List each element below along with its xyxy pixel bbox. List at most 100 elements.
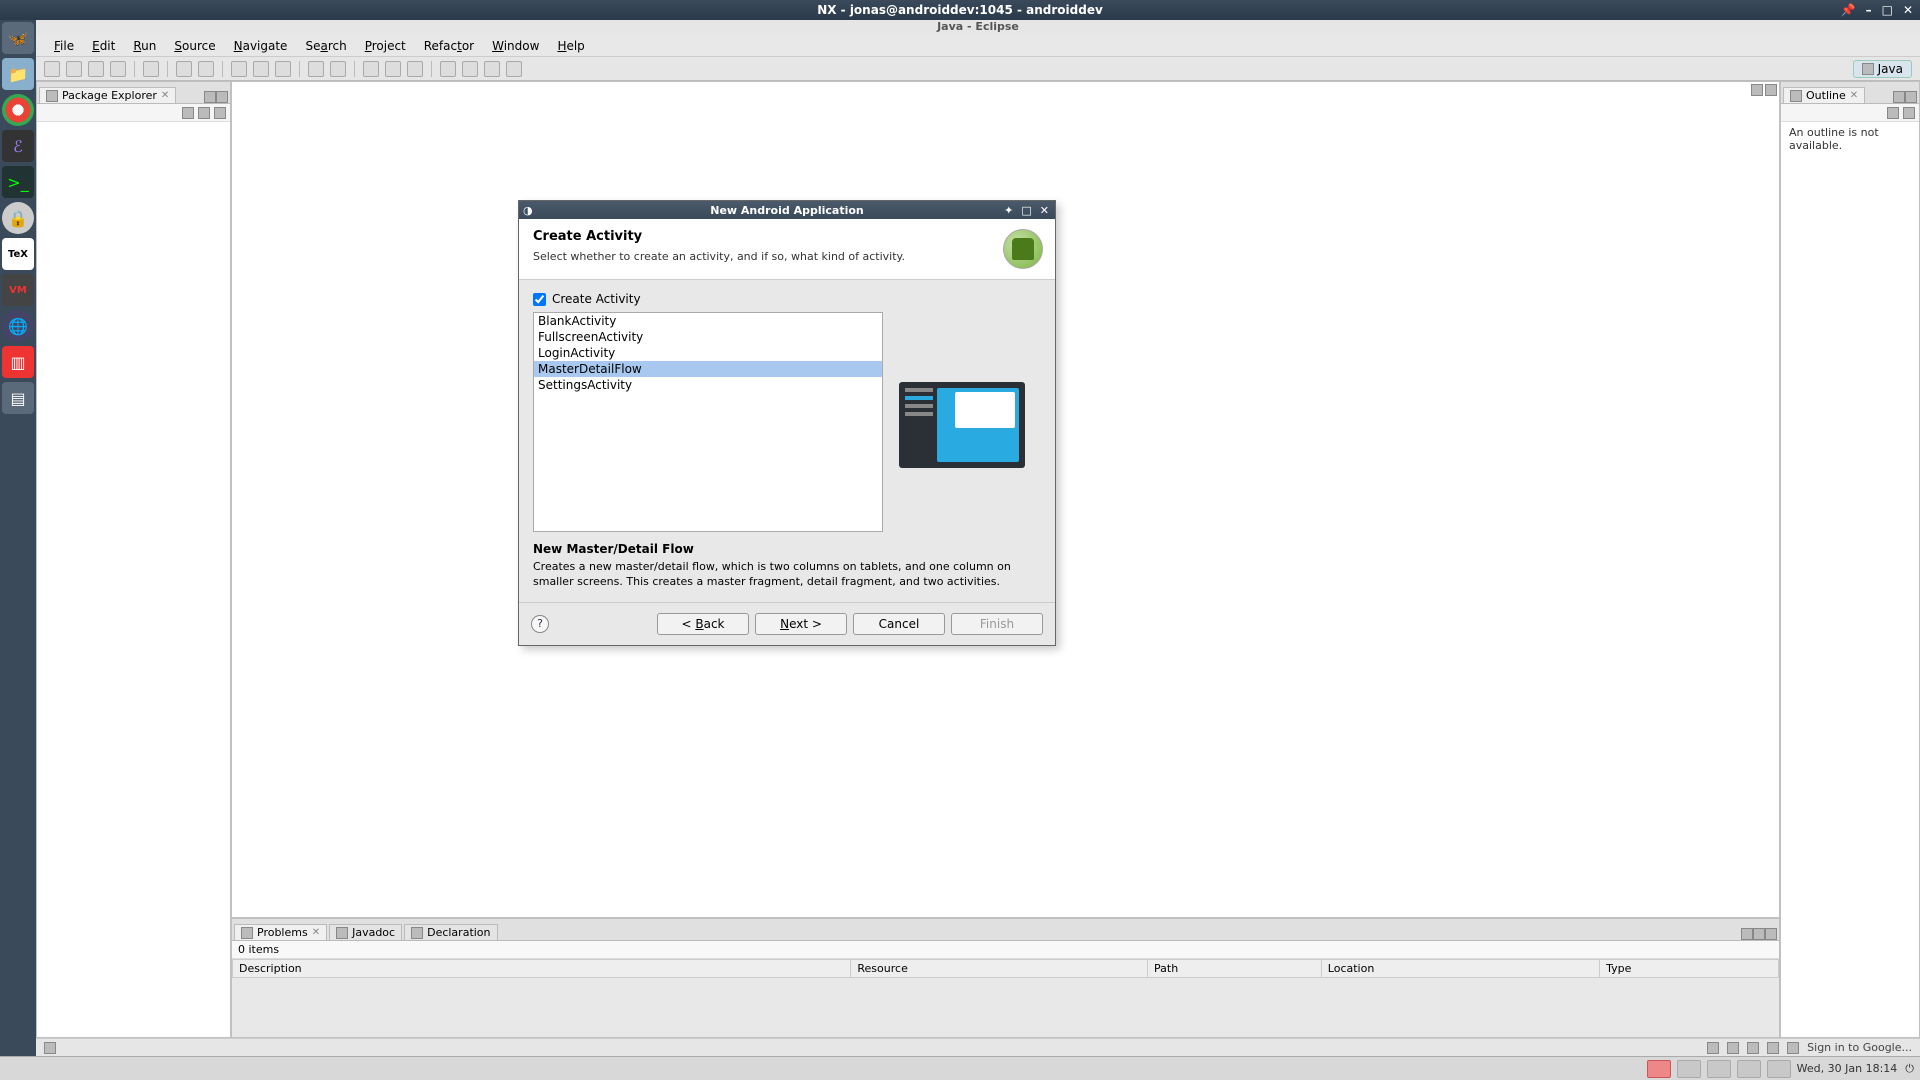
- activity-type-list[interactable]: BlankActivityFullscreenActivityLoginActi…: [533, 312, 883, 532]
- dialog-titlebar[interactable]: ◑ New Android Application ✦ □ ✕: [519, 201, 1055, 219]
- link-editor-icon[interactable]: [198, 107, 210, 119]
- tb-navback-icon[interactable]: [440, 61, 456, 77]
- view-menu-icon[interactable]: [1903, 107, 1915, 119]
- outline-filter-icon[interactable]: [1887, 107, 1899, 119]
- menu-file[interactable]: File: [46, 37, 82, 55]
- activity-option-fullscreenactivity[interactable]: FullscreenActivity: [534, 329, 882, 345]
- dialog-pin-icon[interactable]: ✦: [1002, 204, 1015, 217]
- menu-help[interactable]: Help: [549, 37, 592, 55]
- view-maximize-icon[interactable]: [216, 91, 228, 103]
- tab-package-explorer[interactable]: Package Explorer ✕: [39, 87, 176, 103]
- menu-source[interactable]: Source: [166, 37, 223, 55]
- clock[interactable]: Wed, 30 Jan 18:14: [1797, 1062, 1898, 1075]
- tab-problems[interactable]: Problems ✕: [234, 924, 327, 940]
- next-button[interactable]: Next >: [755, 613, 847, 635]
- menu-run[interactable]: Run: [125, 37, 164, 55]
- wm-pin-icon[interactable]: 📌: [1838, 3, 1859, 17]
- task-button[interactable]: [1677, 1060, 1701, 1078]
- dock-app-browser[interactable]: 🌐: [2, 310, 34, 342]
- wm-maximize-icon[interactable]: □: [1879, 3, 1896, 17]
- wm-close-icon[interactable]: ✕: [1900, 3, 1916, 17]
- tb-sdk-icon[interactable]: [198, 61, 214, 77]
- tb-search-icon[interactable]: [407, 61, 423, 77]
- tb-newclass-icon[interactable]: [330, 61, 346, 77]
- status-updates-icon[interactable]: [1727, 1042, 1739, 1054]
- tb-newpkg-icon[interactable]: [308, 61, 324, 77]
- dialog-close-icon[interactable]: ✕: [1038, 204, 1051, 217]
- back-button[interactable]: < Back: [657, 613, 749, 635]
- view-maximize-icon[interactable]: [1765, 928, 1777, 940]
- dock-app-files[interactable]: 📁: [2, 58, 34, 90]
- task-button-active[interactable]: [1647, 1060, 1671, 1078]
- dock-app-terminal[interactable]: >_: [2, 166, 34, 198]
- tb-save-icon[interactable]: [66, 61, 82, 77]
- tb-print-icon[interactable]: [110, 61, 126, 77]
- dock-app-keyring[interactable]: 🔒: [2, 202, 34, 234]
- cancel-button[interactable]: Cancel: [853, 613, 945, 635]
- tb-opentype-icon[interactable]: [385, 61, 401, 77]
- view-minimize-icon[interactable]: [1893, 91, 1905, 103]
- menu-window[interactable]: Window: [484, 37, 547, 55]
- col-location[interactable]: Location: [1321, 960, 1599, 978]
- tb-build-icon[interactable]: [143, 61, 159, 77]
- tb-goto-icon[interactable]: [506, 61, 522, 77]
- menu-edit[interactable]: Edit: [84, 37, 123, 55]
- col-type[interactable]: Type: [1600, 960, 1779, 978]
- create-activity-checkbox[interactable]: [533, 293, 546, 306]
- view-menu-icon[interactable]: [1741, 928, 1753, 940]
- tab-javadoc[interactable]: Javadoc: [329, 924, 402, 940]
- col-resource[interactable]: Resource: [851, 960, 1148, 978]
- dock-app-misc[interactable]: ▥: [2, 346, 34, 378]
- close-icon[interactable]: ✕: [1850, 90, 1858, 101]
- task-button[interactable]: [1707, 1060, 1731, 1078]
- editor-minimize-icon[interactable]: [1751, 84, 1763, 96]
- menu-search[interactable]: Search: [297, 37, 354, 55]
- col-description[interactable]: Description: [233, 960, 851, 978]
- view-maximize-icon[interactable]: [1905, 91, 1917, 103]
- activity-option-masterdetailflow[interactable]: MasterDetailFlow: [534, 361, 882, 377]
- status-tip-icon[interactable]: [1767, 1042, 1779, 1054]
- dock-app-chrome[interactable]: [2, 94, 34, 126]
- dock-app-tex[interactable]: TeX: [2, 238, 34, 270]
- menu-refactor[interactable]: Refactor: [416, 37, 482, 55]
- col-path[interactable]: Path: [1148, 960, 1322, 978]
- finish-button[interactable]: Finish: [951, 613, 1043, 635]
- create-activity-checkbox-row[interactable]: Create Activity: [533, 292, 1041, 306]
- dock-app-emacs[interactable]: ℰ: [2, 130, 34, 162]
- perspective-java[interactable]: Java: [1853, 60, 1912, 78]
- view-minimize-icon[interactable]: [1753, 928, 1765, 940]
- menu-navigate[interactable]: Navigate: [226, 37, 296, 55]
- tb-new-icon[interactable]: [44, 61, 60, 77]
- activity-option-settingsactivity[interactable]: SettingsActivity: [534, 377, 882, 393]
- status-signin[interactable]: Sign in to Google...: [1807, 1041, 1912, 1054]
- task-button[interactable]: [1767, 1060, 1791, 1078]
- logout-icon[interactable]: ⏻: [1905, 1062, 1914, 1076]
- dock-app-vm[interactable]: VM: [2, 274, 34, 306]
- activity-option-loginactivity[interactable]: LoginActivity: [534, 345, 882, 361]
- collapse-icon[interactable]: [182, 107, 194, 119]
- tb-run-icon[interactable]: [253, 61, 269, 77]
- view-menu-icon[interactable]: [214, 107, 226, 119]
- status-sync-icon[interactable]: [1747, 1042, 1759, 1054]
- view-minimize-icon[interactable]: [204, 91, 216, 103]
- menu-project[interactable]: Project: [357, 37, 414, 55]
- tab-declaration[interactable]: Declaration: [404, 924, 497, 940]
- dock-app-stack[interactable]: ▤: [2, 382, 34, 414]
- status-android-icon[interactable]: [1707, 1042, 1719, 1054]
- editor-maximize-icon[interactable]: [1765, 84, 1777, 96]
- wm-minimize-icon[interactable]: –: [1863, 3, 1875, 17]
- tab-outline[interactable]: Outline ✕: [1783, 87, 1865, 103]
- help-button[interactable]: ?: [531, 615, 549, 633]
- tb-last-icon[interactable]: [484, 61, 500, 77]
- close-icon[interactable]: ✕: [161, 90, 169, 101]
- tb-navfwd-icon[interactable]: [462, 61, 478, 77]
- dialog-max-icon[interactable]: □: [1019, 204, 1033, 217]
- tb-saveall-icon[interactable]: [88, 61, 104, 77]
- tb-runext-icon[interactable]: [275, 61, 291, 77]
- tb-debug-icon[interactable]: [231, 61, 247, 77]
- task-button[interactable]: [1737, 1060, 1761, 1078]
- activity-option-blankactivity[interactable]: BlankActivity: [534, 313, 882, 329]
- dock-app-butterfly[interactable]: 🦋: [2, 22, 34, 54]
- tb-avd-icon[interactable]: [176, 61, 192, 77]
- close-icon[interactable]: ✕: [312, 927, 320, 938]
